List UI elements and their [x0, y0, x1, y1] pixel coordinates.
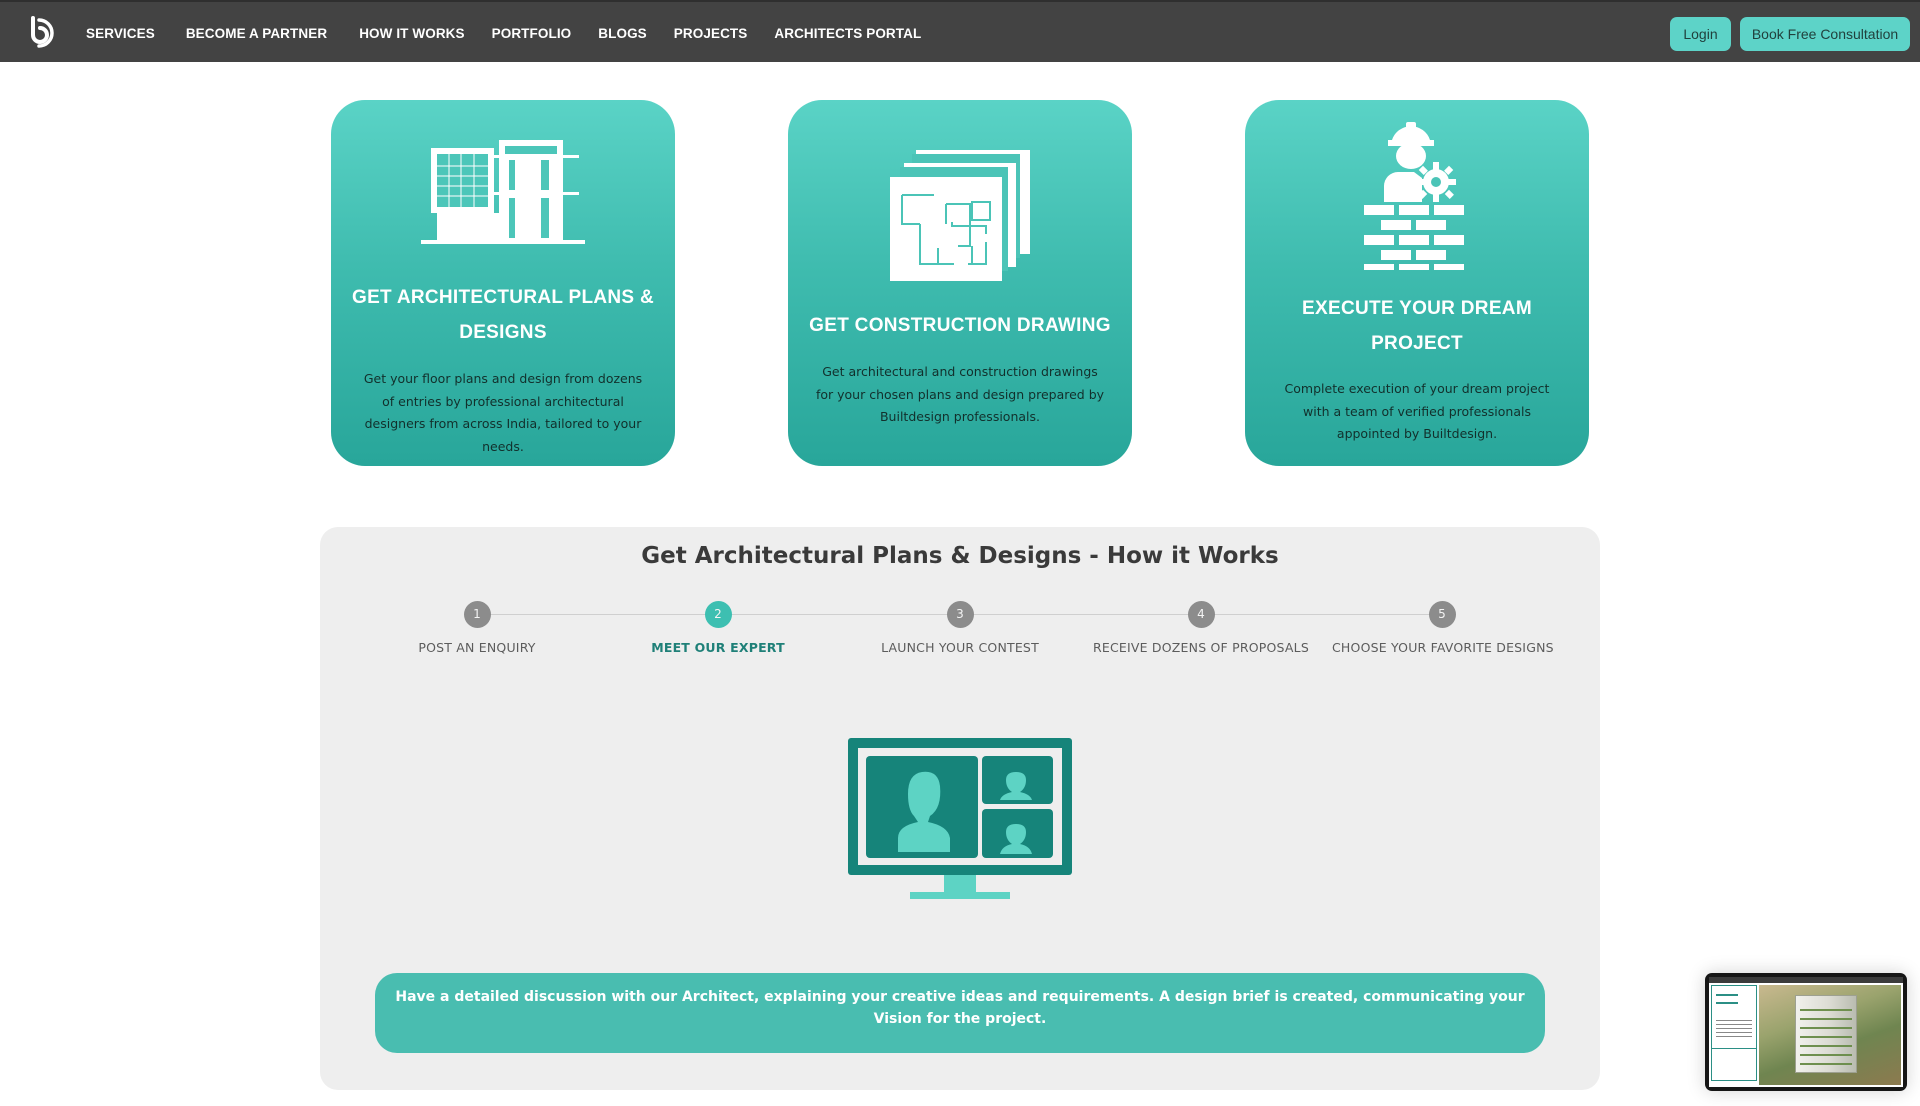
- nav-architects-portal[interactable]: ARCHITECTS PORTAL: [774, 26, 921, 41]
- nav-projects[interactable]: PROJECTS: [674, 26, 748, 41]
- step-receive-proposals[interactable]: 4 RECEIVE DOZENS OF PROPOSALS: [1091, 601, 1311, 655]
- nav-how-it-works[interactable]: HOW IT WORKS: [359, 26, 464, 41]
- thumbnail-screen: [1709, 977, 1903, 1087]
- how-it-works-panel: Get Architectural Plans & Designs - How …: [320, 527, 1600, 1090]
- step-meet-our-expert[interactable]: 2 MEET OUR EXPERT: [608, 601, 828, 655]
- builtdesign-logo-icon[interactable]: [28, 16, 54, 48]
- nav-blogs[interactable]: BLOGS: [598, 26, 647, 41]
- book-free-consultation-button[interactable]: Book Free Consultation: [1740, 17, 1910, 51]
- service-card-title: GET ARCHITECTURAL PLANS & DESIGNS: [352, 287, 654, 343]
- service-card-execute-project[interactable]: EXECUTE YOUR DREAM PROJECT Complete exec…: [1245, 100, 1589, 466]
- video-call-monitor-icon: [848, 738, 1072, 899]
- main-nav: SERVICES BECOME A PARTNER HOW IT WORKS P…: [86, 2, 948, 64]
- step-number: 5: [1428, 601, 1456, 628]
- step-description: Have a detailed discussion with our Arch…: [375, 973, 1545, 1053]
- service-card-description: Complete execution of your dream project…: [1284, 381, 1550, 441]
- service-card-description: Get your floor plans and design from doz…: [363, 371, 643, 454]
- how-it-works-title: Get Architectural Plans & Designs - How …: [641, 543, 1279, 569]
- nav-become-a-partner[interactable]: BECOME A PARTNER: [186, 26, 327, 41]
- step-number: 3: [946, 601, 974, 628]
- service-card-architectural-plans[interactable]: GET ARCHITECTURAL PLANS & DESIGNS Get yo…: [331, 100, 675, 466]
- top-navbar: SERVICES BECOME A PARTNER HOW IT WORKS P…: [0, 0, 1920, 62]
- service-card-title: GET CONSTRUCTION DRAWING: [809, 315, 1111, 336]
- thumbnail-sidebar: [1711, 985, 1757, 1081]
- building-icon: [421, 140, 585, 244]
- construction-worker-icon: [1364, 122, 1464, 270]
- step-label: POST AN ENQUIRY: [418, 640, 536, 655]
- thumbnail-navbar: [1709, 977, 1903, 983]
- nav-services[interactable]: SERVICES: [86, 26, 155, 41]
- login-button[interactable]: Login: [1670, 17, 1731, 51]
- floor-plan-icon: [890, 150, 1030, 281]
- step-post-an-enquiry[interactable]: 1 POST AN ENQUIRY: [367, 601, 587, 655]
- service-card-title: EXECUTE YOUR DREAM PROJECT: [1302, 298, 1532, 354]
- step-launch-your-contest[interactable]: 3 LAUNCH YOUR CONTEST: [850, 601, 1070, 655]
- step-label: CHOOSE YOUR FAVORITE DESIGNS: [1332, 640, 1554, 655]
- step-label: LAUNCH YOUR CONTEST: [881, 640, 1039, 655]
- step-number: 1: [463, 601, 491, 628]
- website-preview-thumbnail[interactable]: [1705, 973, 1907, 1091]
- step-label-active: MEET OUR EXPERT: [651, 640, 785, 655]
- nav-portfolio[interactable]: PORTFOLIO: [492, 26, 572, 41]
- step-choose-favorite-designs[interactable]: 5 CHOOSE YOUR FAVORITE DESIGNS: [1332, 601, 1554, 655]
- service-card-description: Get architectural and construction drawi…: [815, 364, 1105, 424]
- step-number: 4: [1187, 601, 1215, 628]
- thumbnail-building-image: [1759, 985, 1901, 1085]
- step-label: RECEIVE DOZENS OF PROPOSALS: [1093, 640, 1309, 655]
- step-number-active: 2: [704, 601, 732, 628]
- service-card-construction-drawing[interactable]: GET CONSTRUCTION DRAWING Get architectur…: [788, 100, 1132, 466]
